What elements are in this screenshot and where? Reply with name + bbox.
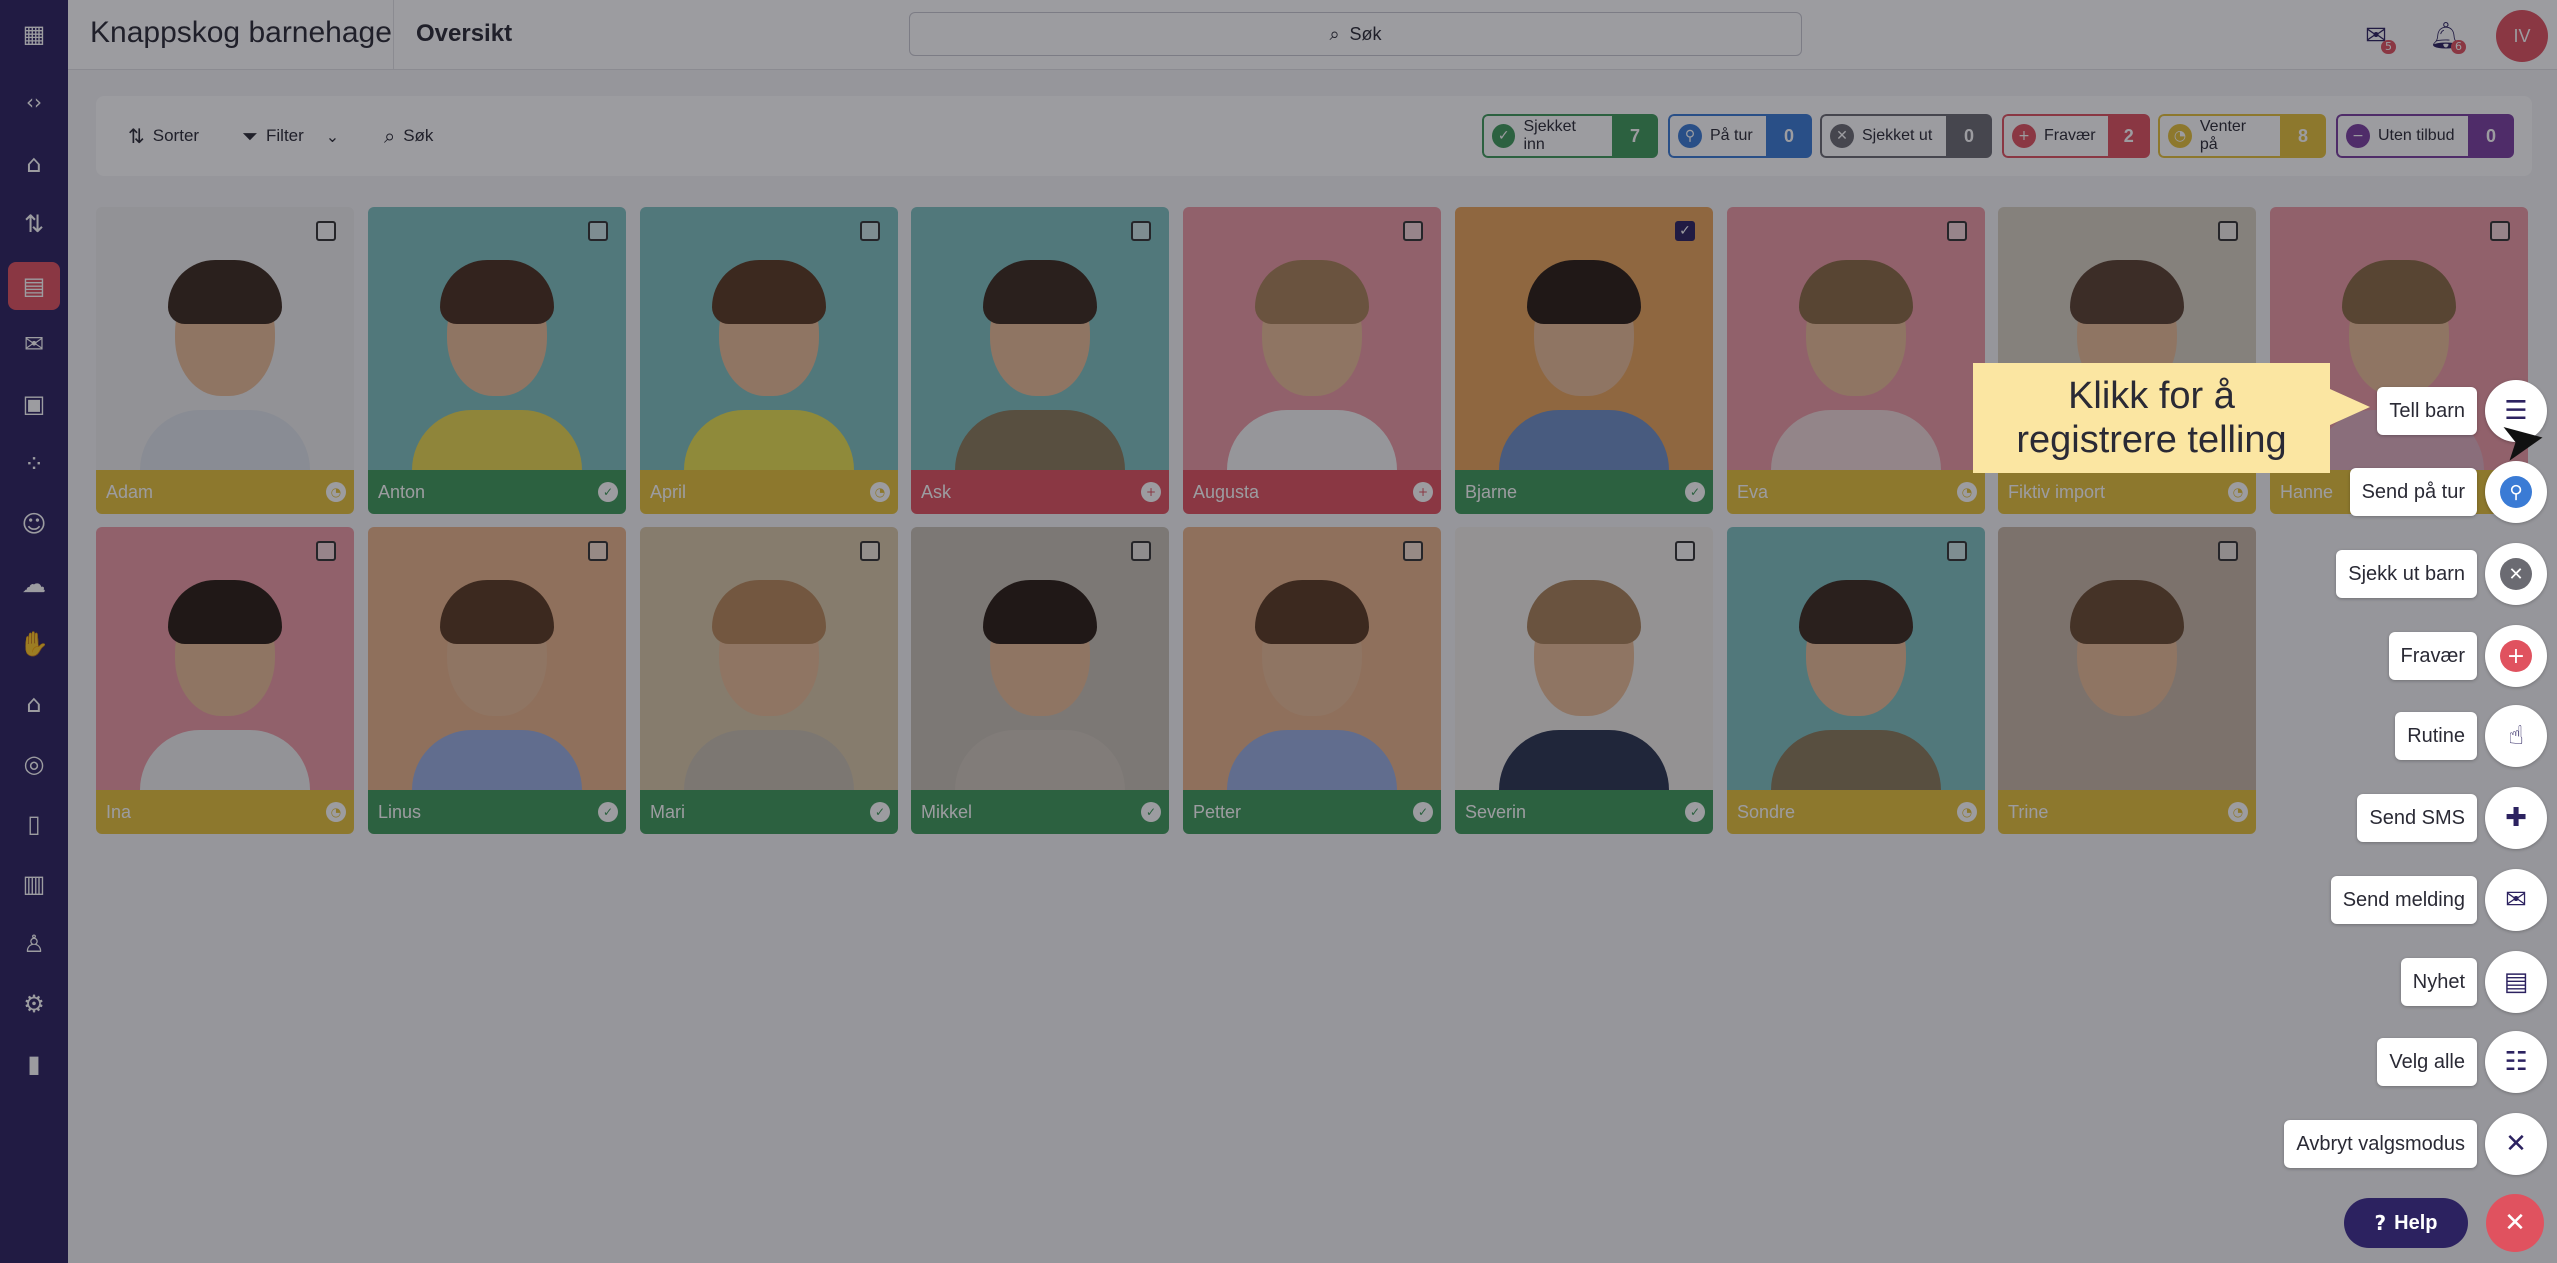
action-label[interactable]: Send på tur — [2349, 468, 2477, 516]
question-icon: ? — [2374, 1211, 2387, 1235]
action-label[interactable]: Fravær — [2388, 632, 2477, 680]
tooltip: Klikk for å registrere telling — [1973, 363, 2330, 473]
close-menu-button[interactable]: ✕ — [2486, 1194, 2544, 1252]
close-icon[interactable]: ✕ — [2485, 1113, 2547, 1175]
action-close[interactable]: Avbryt valgsmodus ✕ — [2284, 1112, 2547, 1176]
plus-circle-icon[interactable]: + — [2485, 625, 2547, 687]
action-label[interactable]: Send melding — [2330, 876, 2477, 924]
action-label[interactable]: Send SMS — [2357, 794, 2477, 842]
sms-icon[interactable]: ✚ — [2485, 787, 2547, 849]
help-label: Help — [2394, 1211, 2438, 1234]
tooltip-text: Klikk for å registrere telling — [2016, 375, 2287, 461]
action-plus-circle[interactable]: Fravær + — [2388, 624, 2547, 688]
action-label[interactable]: Velg alle — [2377, 1038, 2477, 1086]
close-icon: ✕ — [2504, 1208, 2526, 1238]
action-label[interactable]: Rutine — [2395, 712, 2477, 760]
action-sms[interactable]: Send SMS ✚ — [2357, 786, 2547, 850]
action-label[interactable]: Avbryt valgsmodus — [2284, 1120, 2477, 1168]
action-x-circle[interactable]: Sjekk ut barn ✕ — [2336, 542, 2547, 606]
action-envelope[interactable]: Send melding ✉ — [2330, 868, 2547, 932]
action-hand[interactable]: Rutine ☝ — [2395, 704, 2547, 768]
action-label[interactable]: Nyhet — [2400, 958, 2477, 1006]
action-newspaper[interactable]: Nyhet ▤ — [2400, 950, 2547, 1014]
modal-overlay — [0, 0, 2557, 1263]
action-label[interactable]: Tell barn — [2377, 387, 2477, 435]
x-circle-icon[interactable]: ✕ — [2485, 543, 2547, 605]
action-checklist[interactable]: Velg alle ☷ — [2377, 1030, 2547, 1094]
envelope-icon[interactable]: ✉ — [2485, 869, 2547, 931]
newspaper-icon[interactable]: ▤ — [2485, 951, 2547, 1013]
action-label[interactable]: Sjekk ut barn — [2336, 550, 2477, 598]
hand-icon[interactable]: ☝ — [2485, 705, 2547, 767]
help-button[interactable]: ? Help — [2344, 1198, 2468, 1248]
checklist-icon[interactable]: ☷ — [2485, 1031, 2547, 1093]
